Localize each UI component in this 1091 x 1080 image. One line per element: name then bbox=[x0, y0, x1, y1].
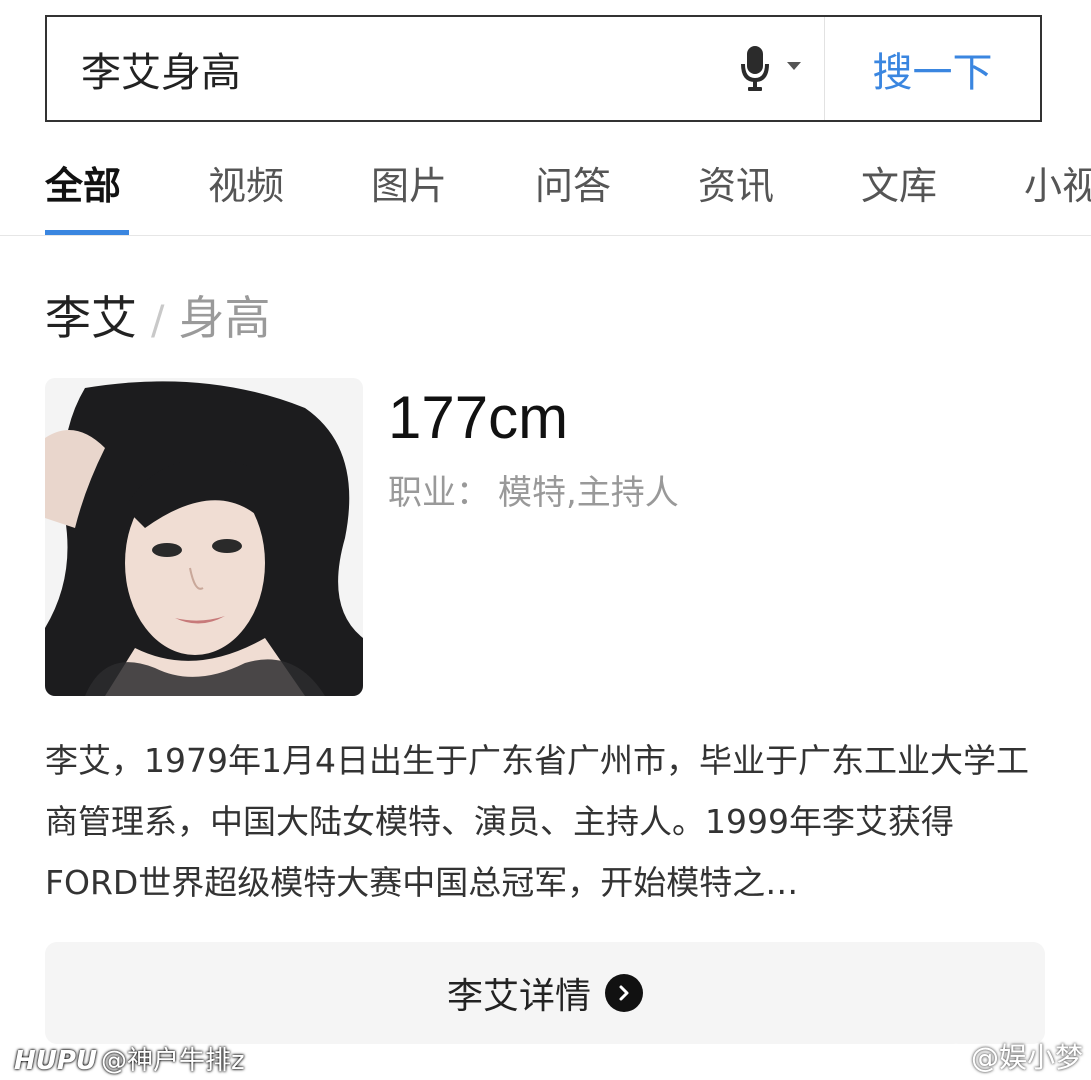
tab-all[interactable]: 全部 bbox=[45, 155, 121, 210]
person-photo[interactable] bbox=[45, 378, 363, 696]
search-bar: 搜一下 bbox=[45, 15, 1042, 122]
occupation: 职业： 模特,主持人 bbox=[388, 465, 679, 514]
result-subject[interactable]: 李艾 bbox=[45, 291, 137, 345]
tab-news[interactable]: 资讯 bbox=[698, 155, 774, 210]
occupation-value: 模特,主持人 bbox=[498, 473, 679, 513]
chevron-right-icon bbox=[605, 974, 643, 1012]
watermark-right-handle: @娱小梦 bbox=[970, 1041, 1083, 1074]
watermark-left: HUPU @神户牛排z bbox=[14, 1040, 245, 1077]
chevron-down-icon bbox=[787, 61, 801, 70]
microphone-icon bbox=[741, 45, 801, 91]
weibo-icon bbox=[931, 1043, 966, 1071]
search-button[interactable]: 搜一下 bbox=[824, 17, 1040, 120]
hupu-logo: HUPU bbox=[14, 1046, 98, 1076]
voice-search-button[interactable] bbox=[728, 17, 824, 120]
bio-description: 李艾，1979年1月4日出生于广东省广州市，毕业于广东工业大学工商管理系，中国大… bbox=[45, 741, 1029, 902]
result-title: 李艾 / 身高 bbox=[45, 282, 270, 348]
occupation-label: 职业： bbox=[388, 473, 490, 513]
detail-button-label: 李艾详情 bbox=[446, 976, 591, 1017]
portrait-image bbox=[45, 378, 363, 696]
tab-qa[interactable]: 问答 bbox=[535, 155, 611, 210]
tab-short-video[interactable]: 小视 bbox=[1024, 155, 1091, 210]
detail-button[interactable]: 李艾详情 bbox=[45, 942, 1045, 1044]
active-tab-indicator bbox=[45, 230, 129, 235]
tab-video[interactable]: 视频 bbox=[208, 155, 284, 210]
height-value: 177cm bbox=[388, 384, 569, 451]
watermark-right: @娱小梦 bbox=[931, 1036, 1083, 1076]
search-input[interactable] bbox=[47, 17, 728, 120]
tab-images[interactable]: 图片 bbox=[371, 155, 447, 210]
tab-library[interactable]: 文库 bbox=[861, 155, 937, 210]
watermark-left-handle: @神户牛排z bbox=[101, 1046, 245, 1076]
tab-bar: 全部 视频 图片 问答 资讯 文库 小视 bbox=[0, 135, 1091, 236]
title-separator: / bbox=[151, 298, 165, 344]
result-attribute: 身高 bbox=[178, 291, 271, 345]
